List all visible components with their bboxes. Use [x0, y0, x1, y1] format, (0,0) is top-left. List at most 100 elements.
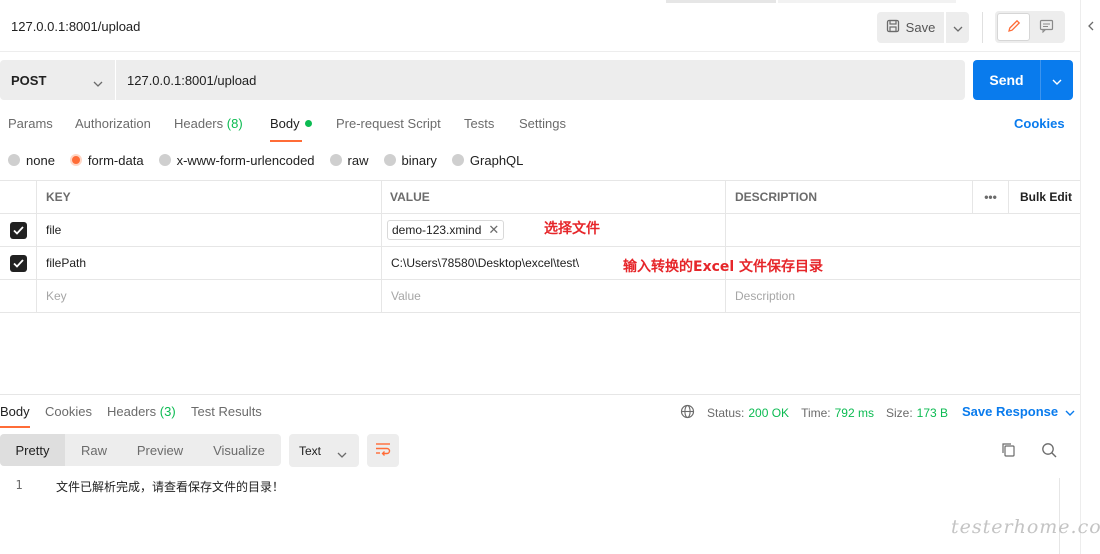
send-button-group: Send: [973, 60, 1073, 100]
save-button[interactable]: Save: [877, 12, 944, 43]
tab-tests[interactable]: Tests: [464, 116, 494, 142]
body-type-raw[interactable]: raw: [329, 153, 369, 168]
response-view-selector: Pretty Raw Preview Visualize: [0, 434, 281, 466]
line-number: 1: [15, 478, 23, 492]
row-checkbox[interactable]: [9, 221, 27, 239]
headers-count: (8): [226, 116, 243, 131]
pencil-icon: [1007, 19, 1021, 36]
wrap-lines-icon: [375, 442, 391, 459]
view-raw[interactable]: Raw: [65, 434, 123, 466]
save-icon: [886, 19, 900, 36]
cookies-link[interactable]: Cookies: [1014, 116, 1065, 131]
body-indicator-dot: [304, 120, 312, 127]
request-title[interactable]: 127.0.0.1:8001/upload: [11, 19, 140, 34]
radio-button: [158, 154, 171, 166]
response-tab-cookies[interactable]: Cookies: [45, 404, 92, 428]
column-header-value: VALUE: [382, 181, 726, 213]
description-placeholder[interactable]: Description: [726, 280, 1080, 312]
send-options-button[interactable]: [1040, 60, 1073, 100]
tab-params[interactable]: Params: [8, 116, 53, 142]
body-type-binary[interactable]: binary: [383, 153, 437, 168]
response-text: 文件已解析完成，请查看保存文件的目录！: [56, 480, 285, 494]
view-visualize[interactable]: Visualize: [197, 434, 281, 466]
wrap-lines-button[interactable]: [367, 434, 399, 467]
body-type-urlencoded[interactable]: x-www-form-urlencoded: [158, 153, 315, 168]
divider: [982, 12, 983, 43]
view-preview[interactable]: Preview: [123, 434, 197, 466]
request-header-bar: 127.0.0.1:8001/upload Save: [0, 0, 1080, 52]
close-icon[interactable]: ✕: [488, 222, 499, 238]
save-button-group: Save: [877, 12, 969, 43]
tab-settings[interactable]: Settings: [519, 116, 566, 142]
format-select[interactable]: Text: [289, 434, 359, 467]
search-icon[interactable]: [1041, 442, 1057, 461]
right-sidebar: [1080, 0, 1100, 554]
radio-button-selected: [69, 154, 82, 166]
response-headers-count: (3): [159, 404, 176, 419]
edit-mode-toggle: [995, 11, 1065, 43]
response-tab-headers[interactable]: Headers (3): [107, 404, 176, 428]
more-options-button[interactable]: •••: [973, 181, 1009, 213]
watermark: testerhome.com: [951, 516, 1100, 538]
tab-authorization[interactable]: Authorization: [75, 116, 151, 142]
comments-button[interactable]: [1030, 13, 1063, 41]
save-label: Save: [905, 20, 936, 35]
response-body-line: 1 文件已解析完成，请查看保存文件的目录！: [0, 478, 284, 496]
radio-button: [329, 154, 342, 166]
body-type-form-data[interactable]: form-data: [69, 153, 144, 168]
tab-headers[interactable]: Headers (8): [174, 116, 243, 142]
row-check-cell: [0, 280, 37, 312]
time-value: 792 ms: [834, 406, 874, 420]
tab-body[interactable]: Body: [270, 116, 312, 142]
column-header-description: DESCRIPTION: [726, 181, 973, 213]
size-label: Size:: [885, 406, 913, 420]
status-label: Status:: [707, 406, 745, 420]
save-response-label: Save Response: [962, 404, 1059, 419]
size-value: 173 B: [916, 406, 949, 420]
url-bar: POST 127.0.0.1:8001/upload: [0, 60, 965, 100]
globe-icon[interactable]: [680, 404, 695, 422]
response-tab-body[interactable]: Body: [0, 404, 30, 428]
file-name: demo-123.xmind: [392, 223, 482, 237]
chevron-down-icon: [1052, 73, 1062, 88]
value-placeholder[interactable]: Value: [382, 280, 726, 312]
response-bar: Body Cookies Headers (3) Test Results St…: [0, 394, 1080, 428]
response-tab-test-results[interactable]: Test Results: [191, 404, 262, 428]
row-checkbox[interactable]: [9, 254, 27, 272]
tab-pre-request-script[interactable]: Pre-request Script: [336, 116, 441, 142]
request-tabs: Params Authorization Headers (8) Body Pr…: [0, 112, 1080, 142]
save-options-button[interactable]: [945, 12, 969, 43]
chevron-left-icon[interactable]: [1087, 20, 1095, 35]
key-placeholder[interactable]: Key: [37, 280, 382, 312]
comment-icon: [1039, 19, 1054, 36]
method-select[interactable]: POST: [0, 60, 116, 100]
description-cell[interactable]: [726, 214, 1080, 246]
format-label: Text: [299, 443, 322, 458]
method-label: POST: [11, 72, 47, 88]
body-type-none[interactable]: none: [8, 153, 55, 168]
view-pretty[interactable]: Pretty: [0, 434, 65, 466]
column-header-key: KEY: [37, 181, 382, 213]
copy-icon[interactable]: [1001, 442, 1016, 461]
file-chip[interactable]: demo-123.xmind ✕: [387, 220, 505, 240]
body-type-graphql[interactable]: GraphQL: [451, 153, 523, 168]
radio-button: [8, 154, 20, 166]
send-button[interactable]: Send: [973, 60, 1040, 100]
status-value: 200 OK: [748, 406, 790, 420]
row-check-cell: [0, 214, 37, 246]
key-cell[interactable]: file: [37, 214, 382, 246]
table-row-new: Key Value Description: [0, 280, 1080, 313]
edit-mode-button[interactable]: [997, 13, 1030, 41]
chevron-down-icon: [1065, 404, 1075, 419]
bulk-edit-button[interactable]: Bulk Edit: [1009, 181, 1080, 213]
chevron-down-icon: [93, 75, 103, 90]
response-toolbar: Pretty Raw Preview Visualize Text: [0, 434, 1080, 467]
response-status: Status: 200 OK Time: 792 ms Size: 173 B: [680, 404, 960, 422]
row-check-cell: [0, 247, 37, 279]
annotation-file: 选择文件: [544, 221, 600, 237]
chevron-down-icon: [337, 447, 347, 461]
key-cell[interactable]: filePath: [37, 247, 382, 279]
url-input[interactable]: 127.0.0.1:8001/upload: [116, 60, 965, 100]
header-check-cell: [0, 181, 37, 213]
save-response-button[interactable]: Save Response: [962, 404, 1075, 419]
